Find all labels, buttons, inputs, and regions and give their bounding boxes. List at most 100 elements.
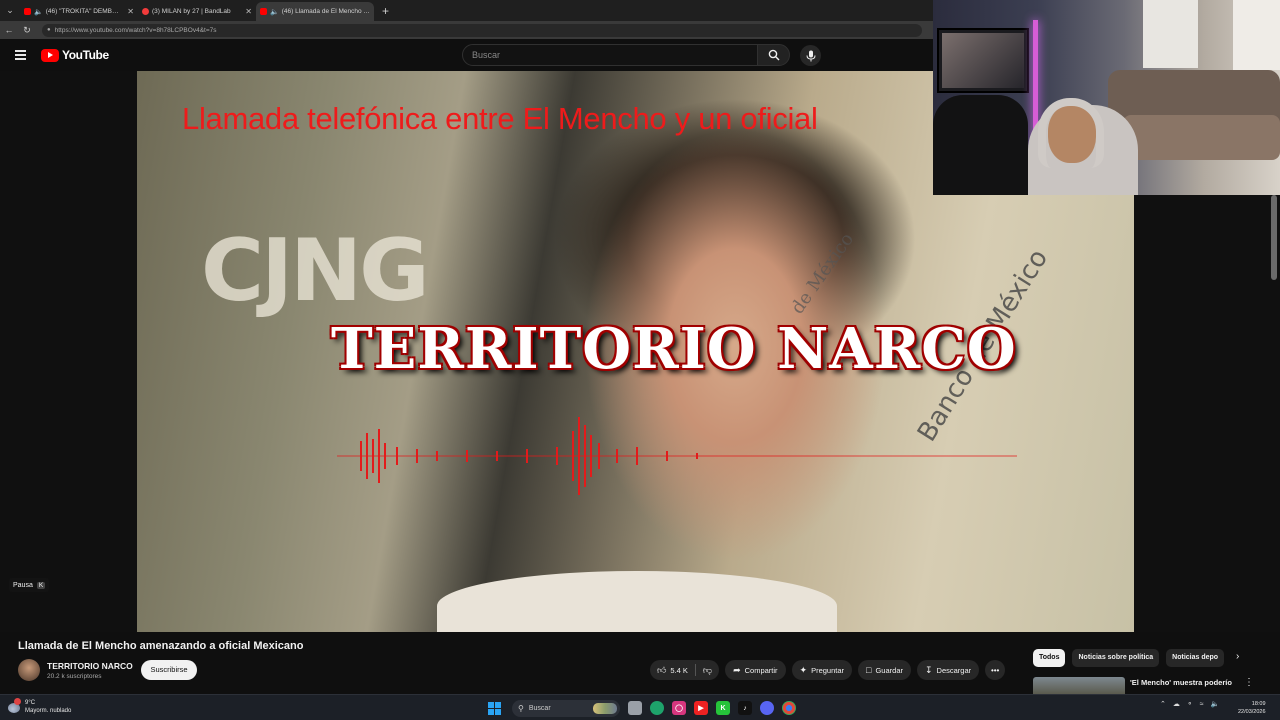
weather-widget[interactable]: 9°C Mayorm. nublado — [8, 698, 72, 715]
webcam-window-shape — [1233, 0, 1280, 70]
browser-tab-2[interactable]: (3) MILÁN by 27 | BandLab ✕ — [138, 2, 256, 21]
pause-label: Pausa — [13, 581, 33, 589]
taskbar-search-label: Buscar — [528, 704, 551, 712]
clock-time: 18:09 — [1251, 701, 1266, 707]
edge-browser-icon[interactable] — [650, 701, 664, 715]
speaker-icon[interactable]: 🔈 — [270, 8, 279, 16]
browser-tab-1[interactable]: 🔈 (46) "TROKITA" DEMBOW BE... ✕ — [20, 2, 138, 21]
download-label: Descargar — [936, 665, 972, 675]
volume-icon[interactable]: 🔈 — [1211, 700, 1220, 708]
mic-icon — [806, 50, 815, 61]
youtube-favicon-icon — [260, 8, 267, 15]
tab-title: (3) MILÁN by 27 | BandLab — [152, 8, 231, 15]
webcam-monitor-shape — [937, 28, 1029, 93]
file-explorer-icon[interactable] — [628, 701, 642, 715]
tab-list-chevron-icon[interactable]: ⌄ — [0, 0, 20, 21]
new-tab-plus-icon[interactable]: + — [382, 4, 389, 18]
reload-icon[interactable]: ↻ — [18, 25, 36, 36]
gaming-chair-shape — [933, 95, 1028, 195]
search-button[interactable] — [757, 44, 790, 66]
page-scrollbar[interactable] — [1271, 195, 1277, 280]
site-info-icon[interactable]: ● — [47, 27, 51, 33]
channel-avatar[interactable] — [18, 659, 40, 681]
share-button[interactable]: ➦ Compartir — [725, 660, 786, 680]
search-input[interactable]: Buscar — [462, 44, 758, 66]
youtube-app-icon[interactable]: ▶ — [694, 701, 708, 715]
share-label: Compartir — [744, 665, 778, 675]
youtube-play-icon — [41, 48, 59, 62]
save-button[interactable]: □ Guardar — [858, 660, 911, 680]
webcam-overlay — [933, 0, 1280, 195]
tiktok-icon[interactable]: ♪ — [738, 701, 752, 715]
search-icon — [768, 49, 779, 61]
speaker-icon[interactable]: 🔈 — [34, 8, 43, 16]
subscribe-button[interactable]: Suscribirse — [141, 660, 197, 680]
browser-tab-3-active[interactable]: 🔈 (46) Llamada de El Mencho a... — [256, 2, 374, 21]
pause-shortcut-key: K — [36, 581, 46, 589]
weather-temp: 9°C — [25, 700, 36, 706]
recommended-thumbnail[interactable] — [1033, 677, 1125, 694]
video-info-section: Llamada de El Mencho amenazando a oficia… — [0, 632, 1280, 694]
url-text: https://www.youtube.com/watch?v=8h78LCPB… — [54, 26, 217, 34]
instagram-icon[interactable]: ◯ — [672, 701, 686, 715]
tab-title: (46) Llamada de El Mencho a... — [281, 8, 370, 15]
pause-tooltip: Pausa K — [9, 578, 50, 592]
download-button[interactable]: ↧ Descargar — [916, 660, 980, 680]
wifi-icon[interactable]: ≈ — [1200, 701, 1204, 708]
video-actions: 👍︎ 5.4 K 👎︎ ➦ Compartir ✦ Preguntar □ Gu… — [650, 660, 1006, 680]
cloud-icon — [8, 698, 21, 713]
ask-label: Preguntar — [811, 665, 845, 675]
youtube-logo[interactable]: YouTube — [41, 48, 109, 62]
mic-tray-icon[interactable]: ⚬ — [1187, 700, 1193, 708]
kick-icon[interactable]: K — [716, 701, 730, 715]
discord-icon[interactable] — [760, 701, 774, 715]
chip-politics-news[interactable]: Noticias sobre política — [1072, 649, 1160, 667]
windows-start-icon[interactable] — [488, 701, 501, 715]
url-field[interactable]: ● https://www.youtube.com/watch?v=8h78LC… — [42, 23, 922, 37]
search-highlight-image — [593, 702, 617, 714]
shirt-shape — [437, 571, 837, 632]
recommended-video[interactable]: 'El Mencho' muestra poderío ⋮ — [1033, 677, 1280, 694]
youtube-favicon-icon — [24, 8, 31, 15]
dislike-button[interactable]: 👎︎ — [696, 660, 719, 680]
download-icon: ↧ — [924, 664, 933, 675]
audio-waveform — [337, 417, 1017, 495]
chrome-icon[interactable] — [782, 701, 796, 715]
video-title: Llamada de El Mencho amenazando a oficia… — [18, 640, 304, 652]
tray-chevron-icon[interactable]: ⌃ — [1160, 700, 1166, 708]
sparkle-icon: ✦ — [799, 664, 808, 675]
chip-sports-news[interactable]: Noticias depo — [1166, 649, 1225, 667]
related-chips: Todos Noticias sobre política Noticias d… — [1033, 648, 1253, 668]
youtube-wordmark: YouTube — [62, 48, 109, 62]
bookmark-icon: □ — [866, 665, 872, 675]
share-arrow-icon: ➦ — [733, 664, 741, 675]
taskbar-clock[interactable]: 18:09 22/03/2026 — [1238, 700, 1266, 716]
chip-all[interactable]: Todos — [1033, 649, 1066, 667]
back-arrow-icon[interactable]: ← — [0, 25, 18, 35]
taskbar-apps: ⚲ Buscar ◯ ▶ K ♪ — [488, 699, 804, 717]
recommended-title[interactable]: 'El Mencho' muestra poderío — [1130, 678, 1232, 687]
like-button[interactable]: 👍︎ 5.4 K — [650, 660, 695, 680]
like-count: 5.4 K — [670, 665, 688, 675]
channel-name[interactable]: TERRITORIO NARCO — [47, 661, 133, 671]
more-vert-icon[interactable]: ⋮ — [1244, 677, 1254, 688]
save-label: Guardar — [875, 665, 903, 675]
bandlab-favicon-icon — [142, 8, 149, 15]
hamburger-icon[interactable] — [15, 50, 27, 60]
taskbar-search[interactable]: ⚲ Buscar — [512, 699, 620, 717]
weather-desc: Mayorm. nublado — [25, 708, 72, 714]
chevron-right-icon[interactable]: › — [1236, 651, 1239, 662]
close-tab-icon[interactable]: ✕ — [127, 7, 134, 16]
onedrive-cloud-icon[interactable]: ☁ — [1173, 700, 1180, 708]
system-tray: ⌃ ☁ ⚬ ≈ 🔈 — [1160, 700, 1226, 709]
webcam-window-shape — [1143, 0, 1198, 68]
tab-title: (46) "TROKITA" DEMBOW BE... — [45, 8, 124, 15]
subscriber-count: 20.2 k suscriptores — [47, 673, 102, 680]
more-actions-icon[interactable]: ••• — [985, 660, 1006, 680]
streamer-hood-shape — [1038, 98, 1104, 168]
screen: ⌄ 🔈 (46) "TROKITA" DEMBOW BE... ✕ (3) MI… — [0, 0, 1280, 720]
voice-search-button[interactable] — [800, 45, 821, 66]
close-tab-icon[interactable]: ✕ — [245, 7, 252, 16]
like-dislike-group: 👍︎ 5.4 K 👎︎ — [650, 660, 720, 680]
ask-button[interactable]: ✦ Preguntar — [791, 660, 853, 680]
